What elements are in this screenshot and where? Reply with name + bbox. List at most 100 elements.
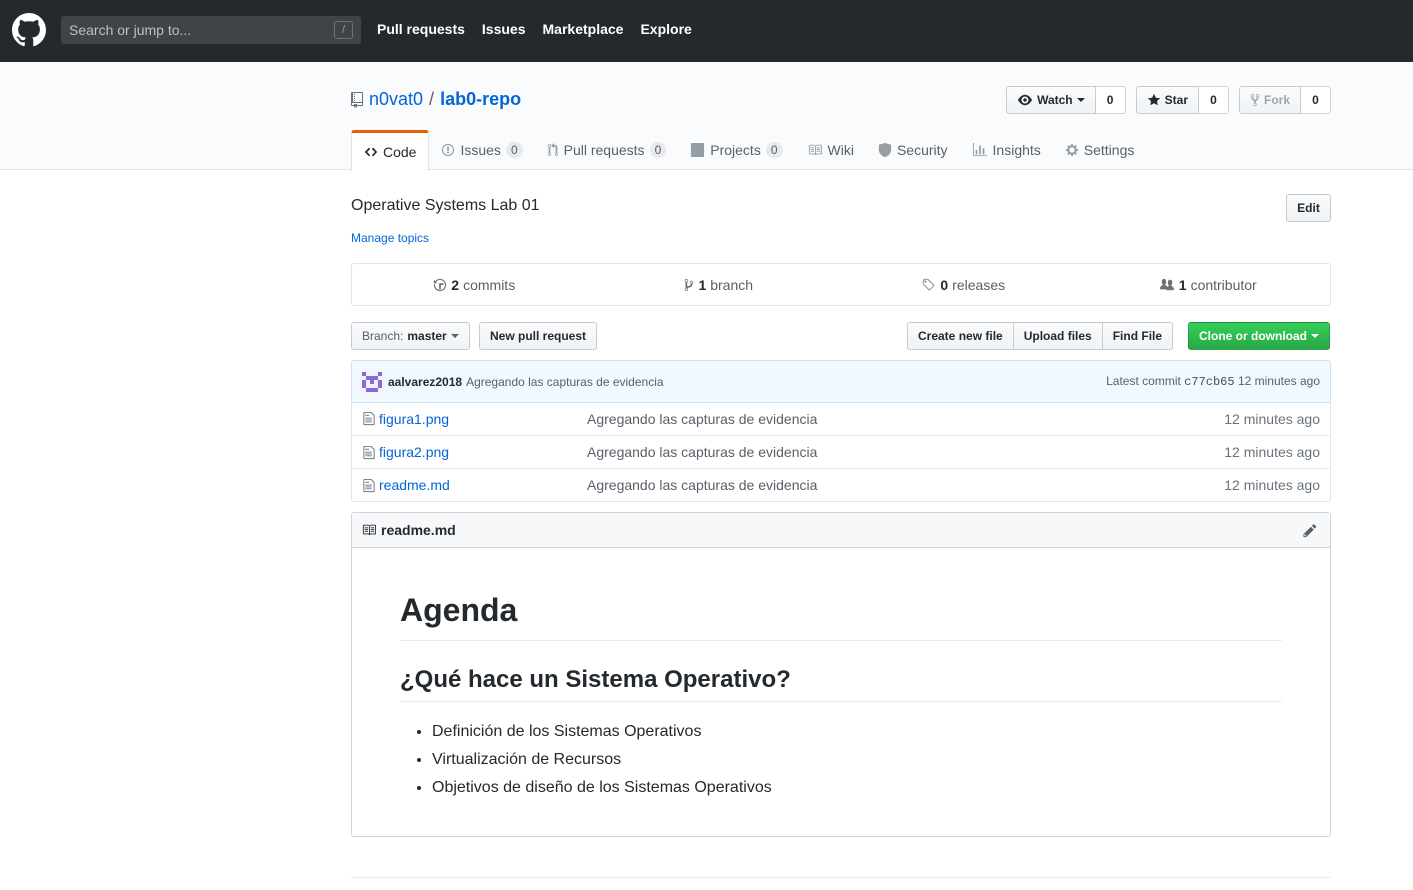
branch-prefix: Branch:: [362, 329, 404, 343]
star-button[interactable]: Star: [1135, 86, 1199, 114]
watch-count[interactable]: 0: [1095, 86, 1126, 114]
commit-meta: Latest commit c77cb65 12 minutes ago: [1106, 374, 1320, 389]
tab-issues-label: Issues: [460, 142, 501, 158]
pull-request-icon: [547, 143, 558, 157]
repo-actions: Watch 0 Star 0 Fork 0: [996, 86, 1331, 114]
branch-icon: [685, 278, 694, 291]
eye-icon: [1018, 94, 1033, 106]
star-group: Star 0: [1135, 86, 1229, 114]
table-row: readme.md Agregando las capturas de evid…: [352, 468, 1330, 501]
branches-summary[interactable]: 1 branch: [597, 264, 842, 305]
repo-title: n0vat0 / lab0-repo: [351, 89, 521, 110]
nav-marketplace[interactable]: Marketplace: [543, 21, 624, 37]
tab-insights[interactable]: Insights: [960, 130, 1053, 170]
clone-or-download-button[interactable]: Clone or download: [1188, 322, 1330, 350]
global-nav: Pull requests Issues Marketplace Explore: [377, 21, 709, 37]
file-actions-group: Create new file Upload files Find File: [907, 322, 1174, 350]
tab-issues[interactable]: Issues 0: [429, 130, 534, 170]
watch-label: Watch: [1037, 93, 1073, 107]
tab-projects[interactable]: Projects 0: [678, 130, 794, 170]
star-icon: [1147, 93, 1160, 106]
watch-group: Watch 0: [1006, 86, 1126, 114]
file-name-link[interactable]: figura1.png: [379, 411, 449, 427]
file-commit-message[interactable]: Agregando las capturas de evidencia: [587, 411, 817, 427]
search-input[interactable]: Search or jump to... /: [61, 16, 361, 44]
commit-message[interactable]: Agregando las capturas de evidencia: [466, 375, 663, 389]
avatar[interactable]: [362, 371, 382, 392]
wiki-icon: [808, 144, 822, 156]
commits-summary[interactable]: 2 commits: [352, 264, 597, 305]
upload-files-button[interactable]: Upload files: [1012, 322, 1103, 350]
project-icon: [691, 143, 705, 157]
fork-count[interactable]: 0: [1301, 86, 1331, 114]
commit-author[interactable]: aalvarez2018: [388, 375, 462, 389]
contributors-label: contributor: [1190, 276, 1257, 293]
file-icon: [363, 478, 375, 493]
tab-settings-label: Settings: [1083, 142, 1135, 158]
tab-code[interactable]: Code: [351, 130, 430, 171]
fork-button[interactable]: Fork: [1238, 86, 1301, 114]
tag-icon: [923, 278, 935, 290]
branch-name: master: [407, 329, 447, 343]
fork-icon: [1250, 93, 1260, 107]
issues-counter: 0: [505, 142, 523, 158]
repo-name-link[interactable]: lab0-repo: [440, 89, 521, 110]
file-name-link[interactable]: readme.md: [379, 477, 450, 493]
find-file-button[interactable]: Find File: [1101, 322, 1174, 350]
releases-summary[interactable]: 0 releases: [841, 264, 1086, 305]
watch-button[interactable]: Watch: [1006, 86, 1096, 114]
nav-explore[interactable]: Explore: [640, 21, 691, 37]
table-row: figura2.png Agregando las capturas de ev…: [352, 435, 1330, 468]
nav-pull-requests[interactable]: Pull requests: [377, 21, 465, 37]
pull-requests-counter: 0: [649, 142, 667, 158]
latest-commit-bar: aalvarez2018 Agregando las capturas de e…: [351, 360, 1331, 403]
file-commit-message[interactable]: Agregando las capturas de evidencia: [587, 477, 817, 493]
new-pull-request-button[interactable]: New pull request: [479, 322, 598, 350]
caret-down-icon: [1311, 334, 1319, 338]
github-logo-icon[interactable]: [12, 13, 46, 47]
repo-header: n0vat0 / lab0-repo Watch 0 Star 0 Fork 0: [0, 62, 1413, 171]
tab-code-label: Code: [383, 144, 417, 160]
file-commit-message[interactable]: Agregando las capturas de evidencia: [587, 444, 817, 460]
history-icon: [434, 278, 447, 291]
readme-list: Definición de los Sistemas Operativos Vi…: [400, 718, 1282, 802]
branch-select-button[interactable]: Branch: master: [351, 322, 470, 350]
edit-description-button[interactable]: Edit: [1286, 194, 1331, 222]
tab-security[interactable]: Security: [866, 130, 960, 170]
pencil-icon[interactable]: [1303, 523, 1317, 538]
shield-icon: [878, 143, 892, 157]
tab-settings[interactable]: Settings: [1053, 130, 1147, 170]
projects-counter: 0: [765, 142, 783, 158]
file-age: 12 minutes ago: [1224, 410, 1320, 427]
tab-pull-requests[interactable]: Pull requests 0: [535, 130, 679, 170]
commits-label: commits: [463, 276, 516, 293]
people-icon: [1159, 278, 1174, 290]
repo-description: Operative Systems Lab 01: [351, 197, 540, 214]
readme-filename: readme.md: [381, 522, 456, 538]
releases-label: releases: [952, 276, 1006, 293]
list-item: Objetivos de diseño de los Sistemas Oper…: [432, 774, 1282, 802]
branches-count: 1: [698, 276, 707, 293]
tab-pull-requests-label: Pull requests: [563, 142, 645, 158]
star-label: Star: [1164, 93, 1188, 107]
table-row: figura1.png Agregando las capturas de ev…: [352, 402, 1330, 435]
manage-topics-link[interactable]: Manage topics: [351, 231, 429, 245]
latest-commit-label: Latest commit: [1106, 374, 1181, 388]
commit-sha[interactable]: c77cb65: [1184, 375, 1234, 389]
file-name-link[interactable]: figura2.png: [379, 444, 449, 460]
tab-wiki[interactable]: Wiki: [795, 130, 866, 170]
star-count[interactable]: 0: [1198, 86, 1229, 114]
repo-numbers-summary: 2 commits 1 branch 0 releases 1 contribu…: [351, 263, 1331, 306]
file-icon: [363, 445, 375, 460]
repo-nav: Code Issues 0 Pull requests 0 Projects 0…: [351, 130, 1147, 171]
repo-owner-link[interactable]: n0vat0: [369, 89, 423, 110]
commit-age: 12 minutes ago: [1237, 374, 1320, 388]
file-list: figura1.png Agregando las capturas de ev…: [351, 402, 1331, 502]
book-icon: [362, 524, 376, 536]
list-item: Virtualización de Recursos: [432, 746, 1282, 774]
caret-down-icon: [450, 334, 459, 338]
nav-issues[interactable]: Issues: [482, 21, 526, 37]
contributors-summary[interactable]: 1 contributor: [1086, 264, 1331, 305]
commits-count: 2: [451, 276, 460, 293]
create-new-file-button[interactable]: Create new file: [907, 322, 1014, 350]
